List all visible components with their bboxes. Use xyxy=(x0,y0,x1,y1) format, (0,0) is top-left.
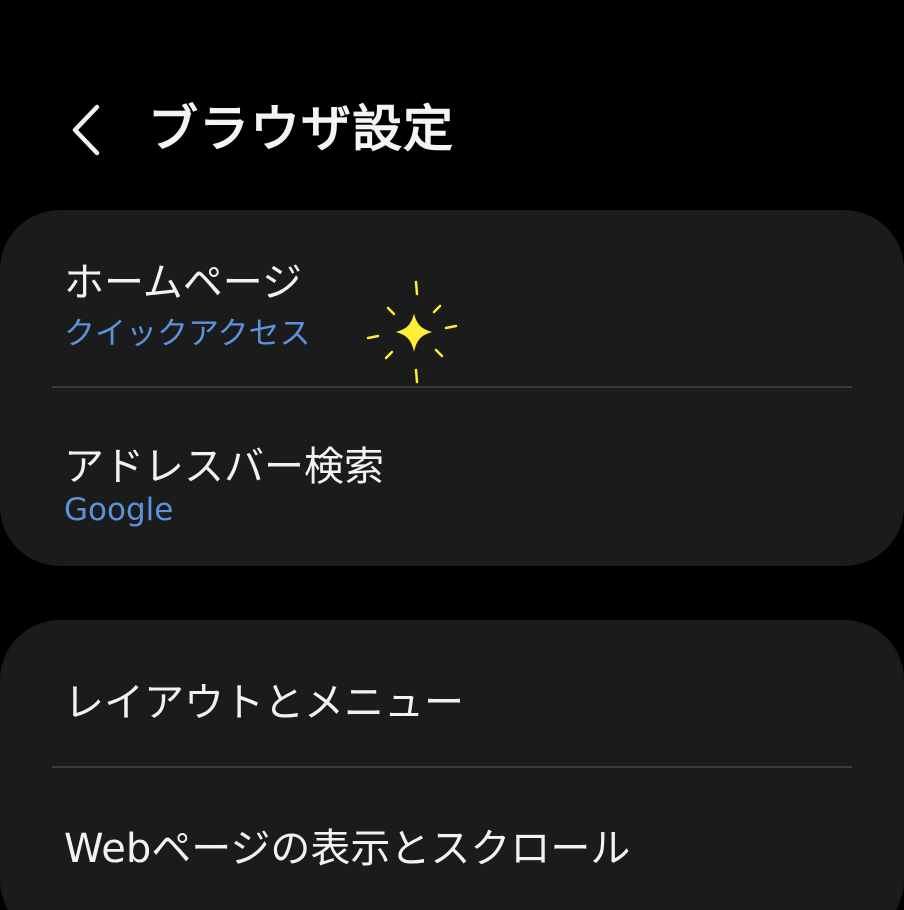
web-page-display-title: Webページの表示とスクロール xyxy=(64,826,631,872)
address-bar-search-title: アドレスバー検索 xyxy=(64,444,384,490)
layout-and-menu-setting[interactable]: レイアウトとメニュー xyxy=(0,620,904,768)
address-bar-search-setting[interactable]: アドレスバー検索 Google xyxy=(0,388,904,566)
page-title: ブラウザ設定 xyxy=(148,100,454,158)
homepage-setting-title: ホームページ xyxy=(64,260,302,306)
chevron-left-icon xyxy=(72,104,100,156)
settings-card-general: ホームページ クイックアクセス アドレスバー検索 Google xyxy=(0,210,904,566)
web-page-display-setting[interactable]: Webページの表示とスクロール xyxy=(0,768,904,910)
address-bar-search-value: Google xyxy=(64,492,174,528)
header: ブラウザ設定 xyxy=(0,82,904,178)
sparkle-icon xyxy=(366,280,458,384)
browser-settings-screen: ブラウザ設定 ホームページ クイックアクセス アドレスバー検索 Google レ… xyxy=(0,0,904,910)
homepage-setting-value: クイックアクセス xyxy=(64,316,311,352)
layout-and-menu-title: レイアウトとメニュー xyxy=(64,680,464,726)
back-button[interactable] xyxy=(52,90,122,170)
settings-card-display: レイアウトとメニュー Webページの表示とスクロール xyxy=(0,620,904,910)
